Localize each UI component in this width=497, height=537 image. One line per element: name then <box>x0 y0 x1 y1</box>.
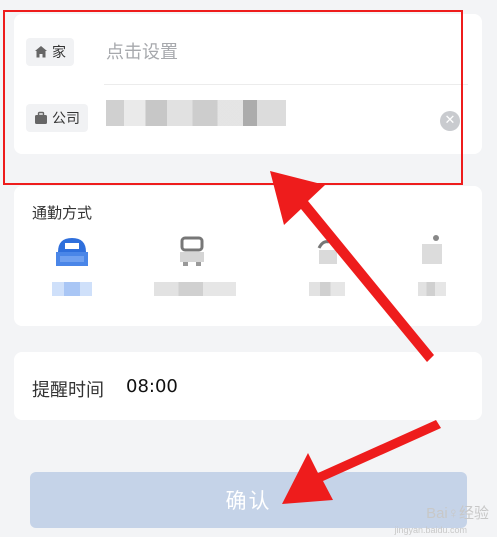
commute-mode-walk[interactable] <box>404 232 460 302</box>
office-address-value-redacted[interactable] <box>106 100 286 126</box>
home-address-placeholder[interactable]: 点击设置 <box>106 38 178 64</box>
clear-icon[interactable]: ✕ <box>440 111 460 131</box>
commute-mode-car[interactable] <box>44 232 100 302</box>
commute-card: 通勤方式 <box>14 186 482 326</box>
confirm-button[interactable]: 确认 <box>30 472 467 528</box>
car-icon <box>56 238 88 266</box>
commute-mode-bus[interactable] <box>154 232 236 302</box>
reminder-time-value[interactable]: 08:00 <box>126 376 178 397</box>
baidu-watermark: Bai♀经验 <box>426 505 489 522</box>
reminder-label: 提醒时间 <box>32 380 104 401</box>
commute-title: 通勤方式 <box>32 204 93 222</box>
office-label: 公司 <box>52 111 80 127</box>
baidu-watermark-url: jingyan.baidu.com <box>394 525 467 535</box>
home-icon <box>35 46 47 58</box>
address-card: 家 点击设置 公司 ✕ <box>14 14 482 154</box>
commute-mode-bus-label <box>154 282 236 296</box>
reminder-card[interactable]: 提醒时间 08:00 <box>14 352 482 420</box>
commute-mode-car-label <box>52 282 92 296</box>
bike-icon <box>317 240 337 264</box>
commute-mode-bike[interactable] <box>299 232 355 302</box>
commute-mode-bike-label <box>309 282 345 296</box>
walk-icon <box>422 235 442 264</box>
briefcase-icon <box>35 111 47 124</box>
commute-mode-walk-label <box>418 282 446 296</box>
office-tag: 公司 <box>26 104 88 132</box>
home-address-row[interactable]: 家 点击设置 <box>14 14 482 84</box>
home-tag: 家 <box>26 38 74 66</box>
home-label: 家 <box>52 45 66 61</box>
office-address-row[interactable]: 公司 ✕ <box>14 84 482 154</box>
bus-icon <box>180 236 204 266</box>
